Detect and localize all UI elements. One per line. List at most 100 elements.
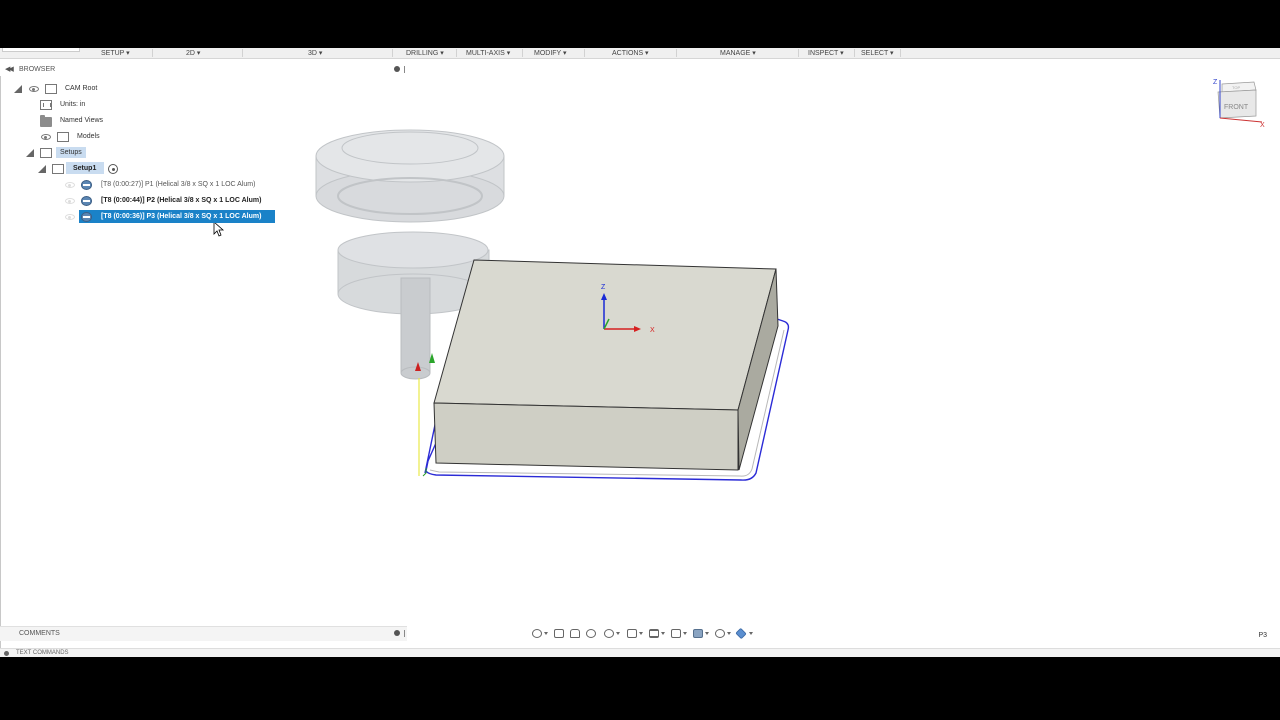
setup-icon	[52, 164, 64, 174]
zoom-icon[interactable]	[586, 629, 596, 638]
adaptive-operation-icon	[81, 212, 92, 222]
toolbar-separator	[798, 49, 799, 57]
activate-setup-icon[interactable]	[108, 164, 118, 174]
visibility-eye-icon[interactable]	[29, 86, 39, 92]
toolbar-drilling-menu[interactable]: DRILLING ▾	[406, 49, 444, 57]
setup1-label: Setup1	[73, 165, 97, 172]
chevron-down-icon[interactable]	[727, 632, 731, 635]
panel-grip-icon[interactable]	[404, 630, 405, 637]
toolbar-inspect-menu[interactable]: INSPECT ▾	[808, 49, 844, 57]
chevron-down-icon[interactable]	[749, 632, 753, 635]
chevron-down-icon[interactable]	[616, 632, 620, 635]
chevron-down-icon[interactable]	[705, 632, 709, 635]
panel-grip-icon[interactable]	[404, 66, 405, 73]
pin-icon[interactable]	[394, 66, 400, 72]
look-at-icon[interactable]	[554, 629, 564, 638]
units-label: Units: in	[60, 101, 86, 108]
tree-node-setup1[interactable]: Setup1	[12, 162, 132, 176]
visibility-eye-icon[interactable]	[65, 198, 75, 204]
toolbar-separator	[392, 49, 393, 57]
viewcube-front-face[interactable]: FRONT	[1224, 104, 1249, 111]
3d-viewport[interactable]: Z X	[0, 48, 1280, 657]
expand-triangle-icon[interactable]	[14, 85, 22, 93]
viewcube-top-face[interactable]: TOP	[1232, 85, 1240, 90]
operation-p2-label: [T8 (0:00:44)] P2 (Helical 3/8 x SQ x 1 …	[101, 197, 262, 204]
units-icon	[40, 100, 52, 110]
expand-triangle-icon[interactable]	[38, 165, 46, 173]
chevron-down-icon[interactable]	[683, 632, 687, 635]
viewcube-x-label: X	[1260, 122, 1265, 129]
browser-title: BROWSER	[19, 66, 56, 73]
expand-triangle-icon[interactable]	[25, 115, 33, 126]
fusion-cam-window: Z X Z X TOP FRONT SETUP ▾ 2D ▾ 3D ▾ DRIL…	[0, 48, 1280, 657]
document-icon	[45, 84, 57, 94]
comments-panel: COMMENTS	[0, 626, 407, 641]
toolbar-modify-menu[interactable]: MODIFY ▾	[534, 49, 567, 57]
orbit-icon[interactable]	[532, 629, 542, 638]
mouse-cursor	[213, 221, 225, 237]
named-views-label: Named Views	[60, 117, 104, 124]
expand-triangle-icon[interactable]	[49, 211, 57, 222]
tree-node-models[interactable]: Models	[12, 130, 132, 144]
expand-triangle-icon[interactable]	[26, 149, 34, 157]
toolbar-manage-menu[interactable]: MANAGE ▾	[720, 49, 756, 57]
display-settings-icon[interactable]	[627, 629, 637, 638]
refresh-icon[interactable]	[715, 629, 725, 638]
operation-p1-label: [T8 (0:00:27)] P1 (Helical 3/8 x SQ x 1 …	[101, 181, 256, 188]
triad-x-label: X	[650, 327, 655, 334]
toolbar-3d-menu[interactable]: 3D ▾	[308, 49, 322, 57]
toolbar: SETUP ▾ 2D ▾ 3D ▾ DRILLING ▾ MULTI-AXIS …	[0, 48, 1280, 59]
component-icon	[57, 132, 69, 142]
cam-root-label: CAM Root	[65, 85, 98, 92]
visibility-eye-icon[interactable]	[65, 182, 75, 188]
expand-triangle-icon[interactable]	[49, 179, 57, 190]
toolbar-separator	[584, 49, 585, 57]
tree-node-units[interactable]: Units: in	[12, 98, 132, 112]
toolbar-separator	[242, 49, 243, 57]
viewports-icon[interactable]	[671, 629, 681, 638]
navigation-bar	[530, 627, 753, 640]
toolbar-separator	[522, 49, 523, 57]
models-label: Models	[77, 133, 100, 140]
tree-node-named-views[interactable]: Named Views	[12, 114, 132, 128]
stock-display-icon[interactable]	[693, 629, 703, 638]
tree-node-setups[interactable]: Setups	[12, 146, 132, 160]
tree-node-cam-root[interactable]: CAM Root	[12, 82, 132, 96]
folder-icon	[40, 115, 52, 127]
toolbar-separator	[900, 49, 901, 57]
toolbar-multi-axis-menu[interactable]: MULTI-AXIS ▾	[466, 49, 510, 57]
toolbar-setup-menu[interactable]: SETUP ▾	[101, 49, 130, 57]
grid-settings-icon[interactable]	[649, 629, 659, 638]
toolbar-2d-menu[interactable]: 2D ▾	[186, 49, 200, 57]
visibility-eye-icon[interactable]	[41, 134, 51, 140]
collapse-browser-icon[interactable]: ◀◀	[5, 65, 14, 73]
triad-z-label: Z	[601, 284, 606, 291]
expand-triangle-icon[interactable]	[25, 131, 33, 142]
pin-icon[interactable]	[394, 630, 400, 636]
text-commands-icon[interactable]	[4, 651, 9, 656]
stock-block	[433, 259, 779, 471]
workspace-switcher[interactable]	[2, 48, 80, 52]
toolbar-actions-menu[interactable]: ACTIONS ▾	[612, 49, 649, 57]
tree-node-operation-p1[interactable]: [T8 (0:00:27)] P1 (Helical 3/8 x SQ x 1 …	[12, 178, 277, 192]
expand-triangle-icon[interactable]	[49, 195, 57, 206]
pan-hand-icon[interactable]	[570, 629, 580, 638]
chevron-down-icon[interactable]	[639, 632, 643, 635]
setups-icon	[40, 148, 52, 158]
view-cube[interactable]: Z X TOP FRONT	[1210, 76, 1274, 132]
chevron-down-icon[interactable]	[544, 632, 548, 635]
active-operation-status: P3	[1258, 632, 1267, 639]
visibility-eye-icon[interactable]	[65, 214, 75, 220]
adaptive-operation-icon	[81, 196, 92, 206]
setups-label: Setups	[60, 149, 82, 156]
machine-simulation-icon[interactable]	[735, 627, 747, 640]
chevron-down-icon[interactable]	[661, 632, 665, 635]
tree-node-operation-p2[interactable]: [T8 (0:00:44)] P2 (Helical 3/8 x SQ x 1 …	[12, 194, 277, 208]
tree-node-operation-p3[interactable]: [T8 (0:00:36)] P3 (Helical 3/8 x SQ x 1 …	[12, 210, 277, 224]
fit-icon[interactable]	[604, 629, 614, 638]
text-commands-bar[interactable]: TEXT COMMANDS	[0, 648, 1280, 657]
toolbar-select-menu[interactable]: SELECT ▾	[861, 49, 894, 57]
toolbar-separator	[456, 49, 457, 57]
viewcube-z-label: Z	[1213, 79, 1218, 86]
toolbar-separator	[152, 49, 153, 57]
